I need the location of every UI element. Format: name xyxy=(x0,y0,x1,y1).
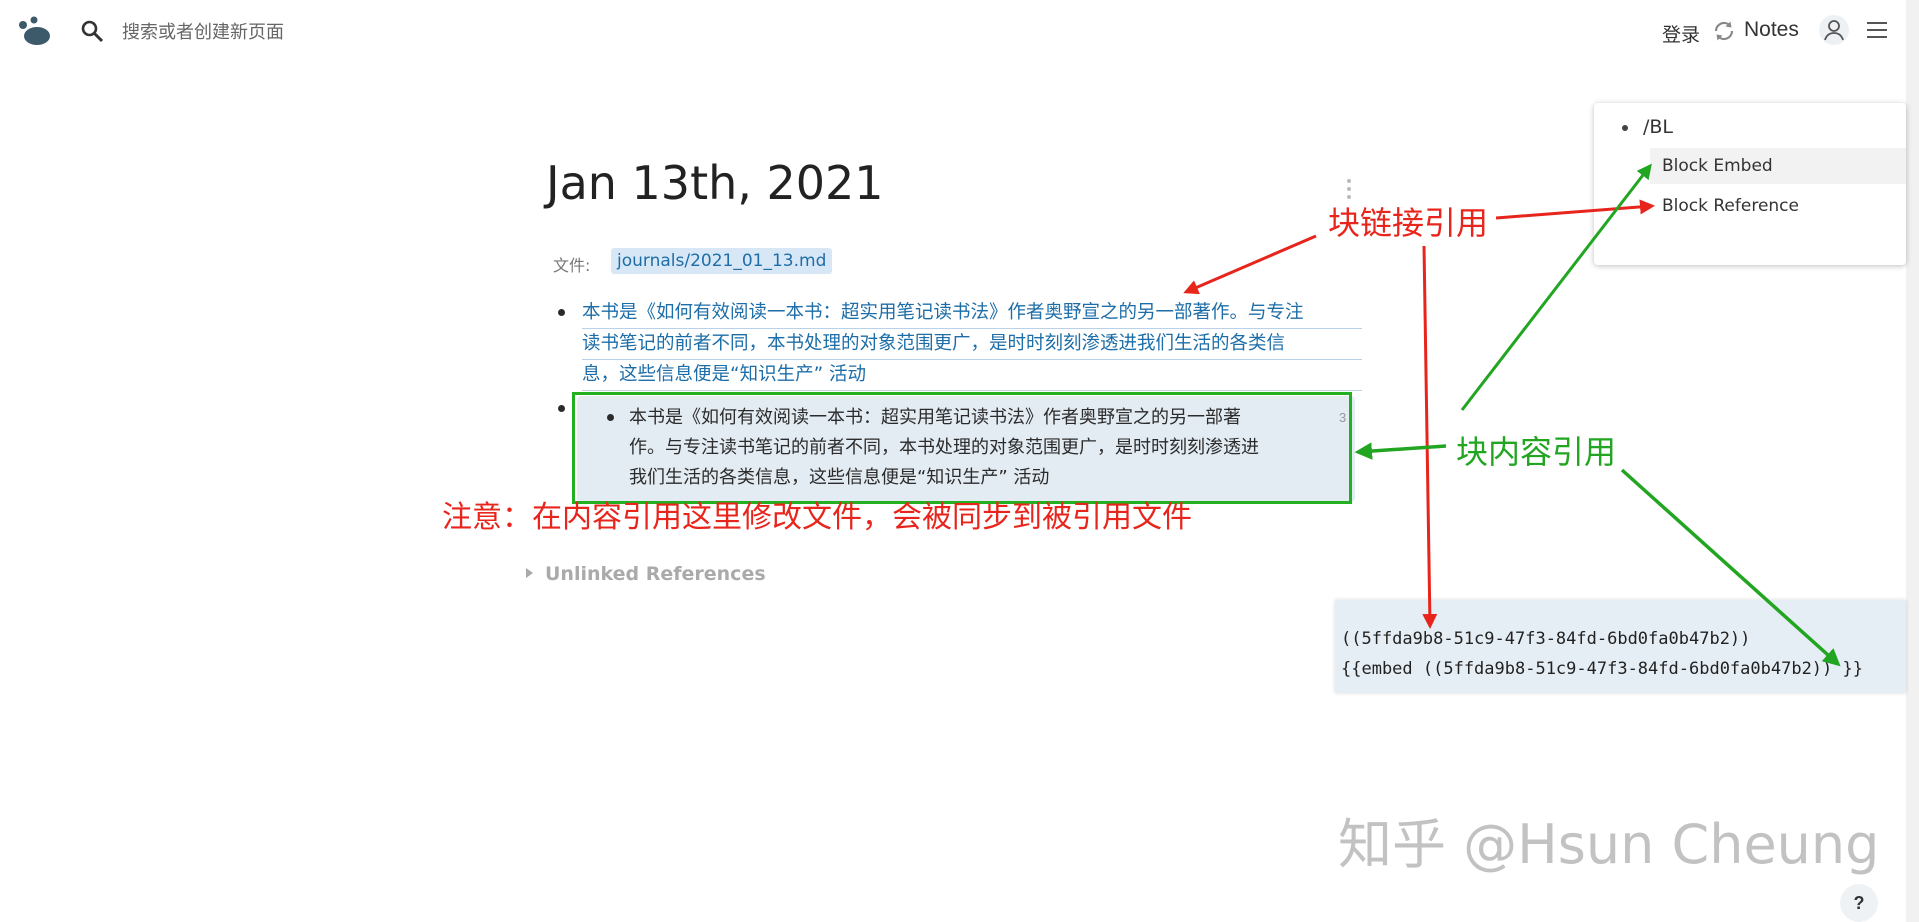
search-input[interactable] xyxy=(120,18,524,46)
command-popup xyxy=(1594,103,1906,265)
unlinked-references-toggle[interactable]: Unlinked References xyxy=(526,563,766,585)
file-path-link[interactable]: journals/2021_01_13.md xyxy=(611,248,833,274)
top-bar: 登录 Notes xyxy=(0,0,1919,60)
arrow-to-reference xyxy=(1183,234,1317,295)
block-reference-line: 本书是《如何有效阅读一本书：超实用笔记读书法》作者奥野宣之的另一部著作。与专注 xyxy=(582,298,1362,329)
block-reference-content[interactable]: 本书是《如何有效阅读一本书：超实用笔记读书法》作者奥野宣之的另一部著作。与专注 … xyxy=(582,298,1362,391)
block-bullet xyxy=(1622,125,1628,131)
annotation-frame xyxy=(572,392,1352,504)
avatar-icon[interactable] xyxy=(1818,14,1850,46)
code-block-ref: ((5ffda9b8-51c9-47f3-84fd-6bd0fa0b47b2)) xyxy=(1341,629,1751,649)
annotation-block-content: 块内容引用 xyxy=(1456,433,1617,471)
command-input[interactable]: /BL xyxy=(1643,116,1673,138)
logo-icon[interactable] xyxy=(18,16,52,46)
unlinked-references-label: Unlinked References xyxy=(545,563,766,585)
block-reference-line: 息，这些信息便是“知识生产” 活动 xyxy=(582,360,1362,391)
menu-item-block-reference[interactable]: Block Reference xyxy=(1650,188,1906,224)
arrow-to-code-ref xyxy=(1422,245,1438,629)
file-label: 文件: xyxy=(553,256,591,275)
block-reference-line: 读书笔记的前者不同，本书处理的对象范围更广，是时时刻刻渗透进我们生活的各类信 xyxy=(582,329,1362,360)
block-bullet[interactable] xyxy=(558,309,565,316)
arrow-to-embed xyxy=(1354,442,1447,460)
page-title: Jan 13th, 2021 xyxy=(546,156,884,210)
triangle-right-icon xyxy=(526,568,533,578)
watermark: 知乎 @Hsun Cheung xyxy=(1338,813,1880,876)
search-icon[interactable] xyxy=(80,19,104,43)
login-button[interactable]: 登录 xyxy=(1662,20,1700,47)
annotation-note: 注意：在内容引用这里修改文件，会被同步到被引用文件 xyxy=(442,500,1192,535)
menu-item-block-embed[interactable]: Block Embed xyxy=(1650,148,1906,184)
repo-notes-label[interactable]: Notes xyxy=(1744,18,1799,42)
scrollbar[interactable] xyxy=(1906,0,1919,922)
menu-icon[interactable] xyxy=(1866,20,1888,40)
more-dots-icon[interactable] xyxy=(1346,178,1352,200)
help-button[interactable]: ? xyxy=(1840,884,1878,922)
annotation-block-link: 块链接引用 xyxy=(1328,204,1489,242)
code-block-embed: {{embed ((5ffda9b8-51c9-47f3-84fd-6bd0fa… xyxy=(1341,659,1863,679)
block-bullet[interactable] xyxy=(558,405,565,412)
sync-icon[interactable] xyxy=(1712,19,1736,43)
